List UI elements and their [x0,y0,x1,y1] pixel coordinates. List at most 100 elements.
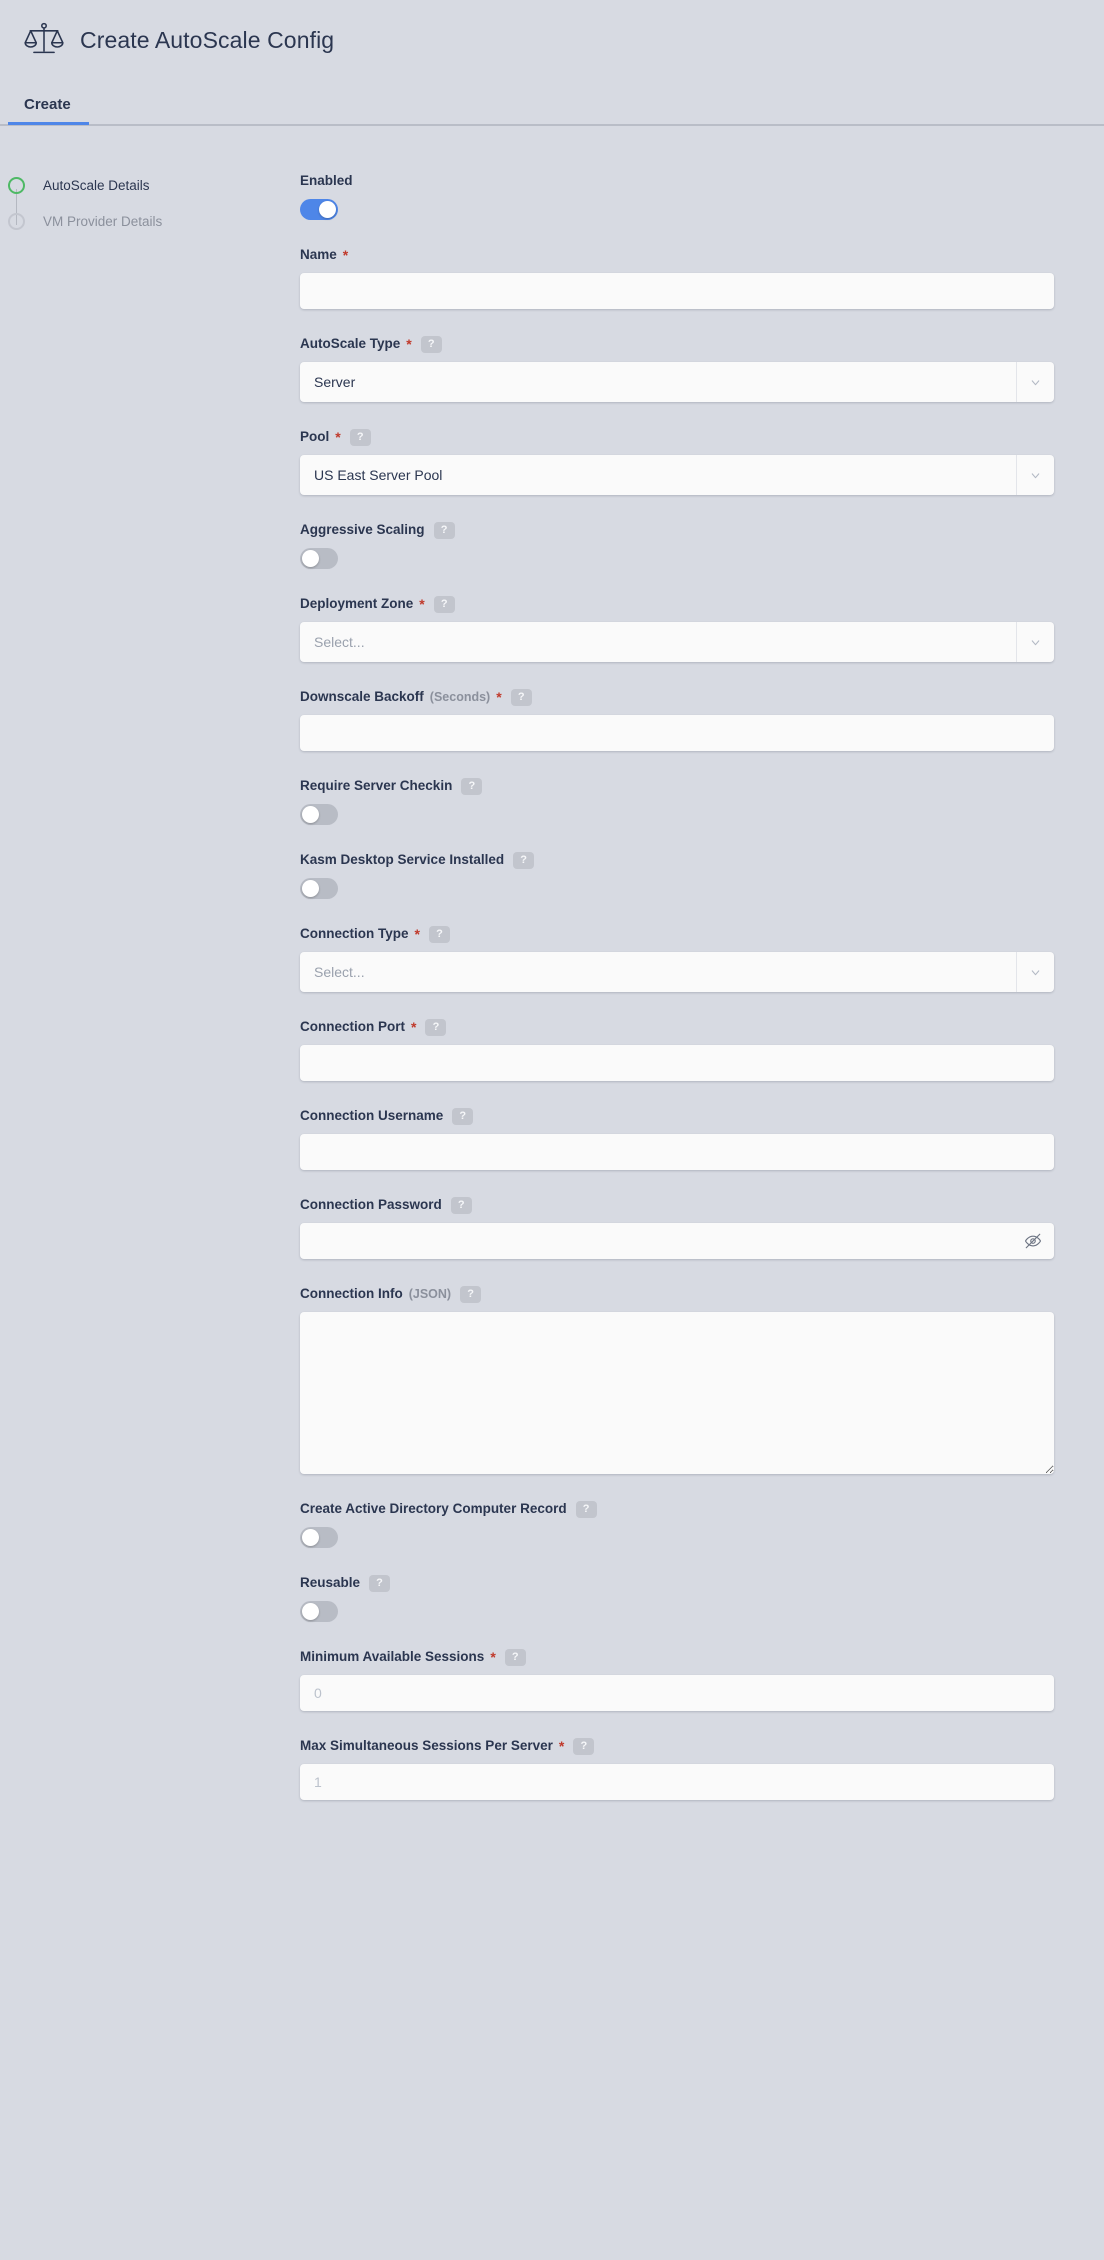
label-require-server-checkin-row: Require Server Checkin ? [300,777,1054,795]
field-name: Name * [300,246,1054,309]
select-value-autoscale-type: Server [314,374,356,390]
required-asterisk: * [342,247,349,263]
required-asterisk: * [414,926,420,942]
help-icon-max-simultaneous-sessions[interactable]: ? [573,1737,595,1755]
toggle-knob [302,1529,319,1546]
field-require-server-checkin: Require Server Checkin ? [300,777,1054,825]
step-vm-provider-details[interactable]: VM Provider Details [8,208,300,234]
input-connection-username[interactable] [300,1134,1054,1170]
field-minimum-available-sessions: Minimum Available Sessions * ? [300,1648,1054,1711]
help-icon-connection-info[interactable]: ? [460,1285,482,1303]
label-pool: Pool [300,429,330,444]
step-label-autoscale-details: AutoScale Details [43,177,150,193]
label-enabled-row: Enabled [300,172,1054,190]
help-icon-autoscale-type[interactable]: ? [420,335,442,353]
label-downscale-backoff-unit: (Seconds) [429,690,491,704]
help-icon-minimum-available-sessions[interactable]: ? [504,1648,526,1666]
label-connection-username-row: Connection Username ? [300,1107,1054,1125]
help-icon-connection-port[interactable]: ? [425,1018,447,1036]
field-kasm-desktop-service: Kasm Desktop Service Installed ? [300,851,1054,899]
field-connection-password: Connection Password ? [300,1196,1054,1259]
select-pool[interactable]: US East Server Pool [300,455,1054,495]
step-label-vm-provider-details: VM Provider Details [43,213,163,229]
input-max-simultaneous-sessions[interactable] [300,1764,1054,1800]
toggle-knob [302,880,319,897]
label-require-server-checkin: Require Server Checkin [300,778,453,793]
tab-bar: Create [0,88,1104,126]
toggle-require-server-checkin[interactable] [300,804,338,825]
help-icon-downscale-backoff[interactable]: ? [510,688,532,706]
step-navigation: AutoScale Details VM Provider Details [0,172,300,234]
input-minimum-available-sessions[interactable] [300,1675,1054,1711]
tab-create[interactable]: Create [8,88,89,125]
input-downscale-backoff[interactable] [300,715,1054,751]
label-name: Name [300,247,337,262]
step-dot-active-icon [8,176,25,194]
page-content: AutoScale Details VM Provider Details En… [0,126,1104,1826]
select-connection-type[interactable]: Select... [300,952,1054,992]
select-deployment-zone[interactable]: Select... [300,622,1054,662]
required-asterisk: * [419,596,425,612]
label-connection-type-row: Connection Type * ? [300,925,1054,943]
label-create-ad-computer-record: Create Active Directory Computer Record [300,1501,567,1516]
toggle-aggressive-scaling[interactable] [300,548,338,569]
field-connection-info: Connection Info (JSON) ? [300,1285,1054,1474]
select-wrap-deployment-zone: Select... [300,622,1054,662]
select-autoscale-type[interactable]: Server [300,362,1054,402]
toggle-knob [302,550,319,567]
toggle-enabled[interactable] [300,199,338,220]
label-downscale-backoff-row: Downscale Backoff (Seconds) * ? [300,688,1054,706]
field-autoscale-type: AutoScale Type * ? Server [300,335,1054,402]
select-wrap-pool: US East Server Pool [300,455,1054,495]
textarea-connection-info[interactable] [300,1312,1054,1474]
help-icon-pool[interactable]: ? [349,428,371,446]
help-icon-connection-username[interactable]: ? [452,1107,474,1125]
toggle-reusable[interactable] [300,1601,338,1622]
help-icon-create-ad-computer-record[interactable]: ? [575,1500,597,1518]
label-connection-username: Connection Username [300,1108,444,1123]
input-connection-password[interactable] [300,1223,1054,1259]
input-connection-port[interactable] [300,1045,1054,1081]
help-icon-kasm-desktop-service[interactable]: ? [513,851,535,869]
label-connection-port-row: Connection Port * ? [300,1018,1054,1036]
select-value-deployment-zone: Select... [314,634,365,650]
scale-balance-icon [22,18,66,62]
help-icon-require-server-checkin[interactable]: ? [461,777,483,795]
required-asterisk: * [558,1738,565,1754]
field-connection-type: Connection Type * ? Select... [300,925,1054,992]
label-max-simultaneous-sessions: Max Simultaneous Sessions Per Server [300,1738,553,1753]
select-wrap-autoscale-type: Server [300,362,1054,402]
help-icon-deployment-zone[interactable]: ? [433,595,455,613]
field-enabled: Enabled [300,172,1054,220]
label-connection-port: Connection Port [300,1019,405,1034]
help-icon-connection-password[interactable]: ? [450,1196,472,1214]
label-kasm-desktop-service-row: Kasm Desktop Service Installed ? [300,851,1054,869]
help-icon-connection-type[interactable]: ? [428,925,450,943]
input-name[interactable] [300,273,1054,309]
toggle-knob [302,806,319,823]
select-value-connection-type: Select... [314,964,365,980]
select-value-pool: US East Server Pool [314,467,443,483]
label-deployment-zone: Deployment Zone [300,596,414,611]
label-minimum-available-sessions-row: Minimum Available Sessions * ? [300,1648,1054,1666]
label-connection-password: Connection Password [300,1197,442,1212]
help-icon-reusable[interactable]: ? [369,1574,391,1592]
label-max-simultaneous-sessions-row: Max Simultaneous Sessions Per Server * ? [300,1737,1054,1755]
field-connection-port: Connection Port * ? [300,1018,1054,1081]
required-asterisk: * [411,1019,417,1035]
select-wrap-connection-type: Select... [300,952,1054,992]
label-pool-row: Pool * ? [300,428,1054,446]
toggle-knob [319,201,336,218]
field-reusable: Reusable ? [300,1574,1054,1622]
toggle-knob [302,1603,319,1620]
label-autoscale-type-row: AutoScale Type * ? [300,335,1054,353]
label-aggressive-scaling: Aggressive Scaling [300,522,425,537]
toggle-kasm-desktop-service[interactable] [300,878,338,899]
help-icon-aggressive-scaling[interactable]: ? [433,521,455,539]
page-title: Create AutoScale Config [80,26,335,53]
toggle-create-ad-computer-record[interactable] [300,1527,338,1548]
eye-slash-icon[interactable] [1024,1232,1042,1250]
field-connection-username: Connection Username ? [300,1107,1054,1170]
autoscale-form: Enabled Name * AutoScale Type * ? Server [300,172,1060,1826]
step-autoscale-details[interactable]: AutoScale Details [8,172,300,198]
